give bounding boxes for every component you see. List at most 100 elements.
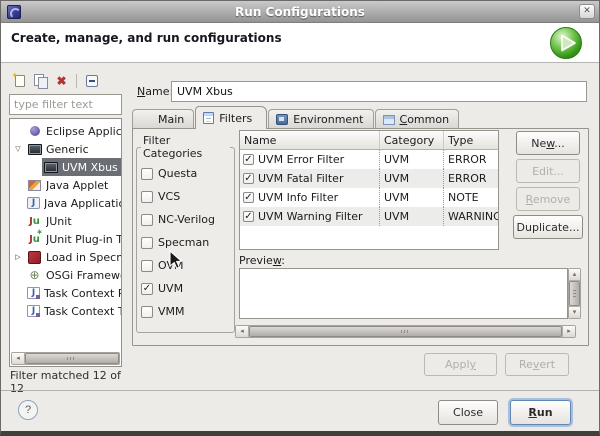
duplicate-config-button[interactable] (30, 72, 51, 90)
checkbox-ovm[interactable] (141, 259, 153, 272)
tree-item-body[interactable]: ⊕ OSGi Framework (26, 266, 121, 284)
tree-item-body[interactable]: Load in Specman (26, 248, 121, 266)
new-config-button[interactable]: ✦ (9, 71, 30, 90)
config-tree[interactable]: Eclipse Application ▽ Generic UVM Xbus Java … (9, 118, 122, 367)
column-header-category[interactable]: Category (379, 131, 443, 149)
tree-item-generic[interactable]: ▽ Generic (10, 140, 121, 158)
scroll-right-icon[interactable]: ▸ (562, 326, 575, 337)
tree-item-java-applet[interactable]: Java Applet (10, 176, 121, 194)
filter-type-cell: NOTE (443, 188, 498, 207)
name-label: Name: (137, 85, 174, 98)
filter-categories-title: Filter Categories (143, 134, 203, 160)
filter-row-uvm-info-filter[interactable]: UVM Info Filter UVMNOTE (240, 188, 498, 207)
tree-item-body[interactable]: J Task Context Plug-in Test (26, 284, 121, 302)
panel-horizontal-scrollbar[interactable]: ◂ ▸ (235, 325, 576, 338)
filter-row-uvm-error-filter[interactable]: UVM Error Filter UVMERROR (240, 150, 498, 169)
expander-closed-icon[interactable]: ▷ (10, 253, 26, 261)
filter-checkbox[interactable] (243, 192, 254, 203)
column-header-name[interactable]: Name (240, 131, 379, 149)
tree-item-junit-plug-in-test[interactable]: Ju✱ JUnit Plug-in Test (10, 229, 121, 248)
tree-item-body[interactable]: UVM Xbus (42, 158, 121, 176)
checkbox-specman[interactable] (141, 236, 153, 249)
category-vmm[interactable]: VMM (141, 300, 230, 323)
java-applet-icon (27, 179, 42, 192)
scroll-left-icon[interactable]: ◂ (12, 353, 25, 364)
delete-config-button[interactable]: ✖ (51, 72, 72, 90)
filter-category-cell: UVM (379, 169, 443, 188)
tree-item-body[interactable]: Eclipse Application (26, 122, 121, 140)
category-nc-verilog[interactable]: NC-Verilog (141, 208, 230, 231)
preview-textarea[interactable] (239, 268, 568, 319)
collapse-all-button[interactable] (81, 72, 102, 90)
window-title: Run Configurations (235, 4, 365, 19)
tree-item-body[interactable]: Generic (26, 140, 121, 158)
checkbox-uvm[interactable] (141, 282, 153, 295)
tree-item-body[interactable]: Ju JUnit (26, 212, 121, 230)
junit-icon: Ju (29, 215, 40, 227)
tree-horizontal-scrollbar[interactable]: ◂ (11, 352, 120, 365)
tree-item-uvm-xbus[interactable]: UVM Xbus (10, 158, 121, 176)
category-specman[interactable]: Specman (141, 231, 230, 254)
filter-category-cell: UVM (379, 188, 443, 207)
tab-common[interactable]: Common (374, 109, 460, 129)
name-input[interactable] (171, 81, 587, 102)
filter-row-uvm-warning-filter[interactable]: UVM Warning Filter UVMWARNING (240, 207, 498, 226)
filter-checkbox[interactable] (243, 173, 254, 184)
tab-main[interactable]: Main (132, 109, 195, 129)
preview-vertical-scrollbar[interactable]: ▴ ▾ (568, 268, 581, 319)
tree-item-task-context-test[interactable]: J Task Context Test (10, 302, 121, 320)
dialog-subtitle: Create, manage, and run configurations (11, 31, 282, 45)
category-uvm[interactable]: UVM (141, 277, 230, 300)
filters-table[interactable]: Name Category Type UVM Error FilterUVMER… (239, 130, 499, 250)
config-tabs: Main Filters Environment Common (132, 106, 460, 129)
checkbox-vcs[interactable] (141, 190, 153, 203)
environment-tab-icon (276, 114, 289, 125)
expander-open-icon[interactable]: ▽ (10, 145, 26, 153)
tree-item-junit[interactable]: Ju JUnit (10, 212, 121, 230)
checkbox-questa[interactable] (141, 167, 153, 180)
tree-item-body[interactable]: Java Applet (26, 176, 121, 194)
tab-label: Environment (293, 113, 364, 126)
tree-item-body[interactable]: Ju✱ JUnit Plug-in Test (26, 229, 121, 248)
scrollbar-thumb[interactable] (249, 326, 562, 337)
category-ovm[interactable]: OVM (141, 254, 230, 277)
tree-item-load-in-specman[interactable]: ▷ Load in Specman (10, 248, 121, 266)
scroll-down-icon[interactable]: ▾ (569, 306, 580, 318)
scroll-up-icon[interactable]: ▴ (569, 269, 580, 281)
apply-button[interactable]: Apply (424, 353, 497, 376)
tree-item-label: OSGi Framework (46, 268, 121, 282)
close-button[interactable]: Close (438, 400, 498, 425)
filters-table-header: Name Category Type (240, 131, 498, 150)
edit-filter-button[interactable]: Edit... (516, 159, 580, 183)
tree-item-task-context-plug-in-test[interactable]: J Task Context Plug-in Test (10, 284, 121, 302)
scrollbar-thumb[interactable] (569, 281, 580, 306)
tree-item-body[interactable]: J Task Context Test (26, 302, 121, 320)
remove-filter-button[interactable]: Remove (516, 187, 580, 211)
filter-checkbox[interactable] (243, 211, 254, 222)
generic-icon (43, 161, 58, 174)
category-vcs[interactable]: VCS (141, 185, 230, 208)
tab-environment[interactable]: Environment (268, 109, 374, 129)
sidebar-toolbar: ✦ ✖ (9, 71, 123, 91)
tree-item-osgi-framework[interactable]: ⊕ OSGi Framework (10, 266, 121, 284)
column-header-type[interactable]: Type (443, 131, 498, 149)
help-button[interactable]: ? (18, 400, 38, 420)
titlebar[interactable]: Run Configurations ✕ (1, 1, 599, 23)
category-questa[interactable]: Questa (141, 162, 230, 185)
duplicate-filter-button[interactable]: Duplicate... (513, 215, 583, 239)
close-window-icon[interactable]: ✕ (579, 4, 595, 19)
scrollbar-thumb[interactable] (25, 353, 119, 364)
scroll-left-icon[interactable]: ◂ (236, 326, 249, 337)
tree-item-java-application[interactable]: J Java Application (10, 194, 121, 212)
filter-checkbox[interactable] (243, 154, 254, 165)
run-button[interactable]: Run (510, 400, 571, 425)
checkbox-nc-verilog[interactable] (141, 213, 153, 226)
tree-item-body[interactable]: J Java Application (26, 194, 121, 212)
new-filter-button[interactable]: New... (516, 131, 580, 155)
tree-item-eclipse-application[interactable]: Eclipse Application (10, 122, 121, 140)
revert-button[interactable]: Revert (505, 353, 569, 376)
filter-row-uvm-fatal-filter[interactable]: UVM Fatal Filter UVMERROR (240, 169, 498, 188)
tab-filters[interactable]: Filters (195, 106, 268, 129)
checkbox-vmm[interactable] (141, 305, 153, 318)
filter-input[interactable] (9, 94, 122, 115)
